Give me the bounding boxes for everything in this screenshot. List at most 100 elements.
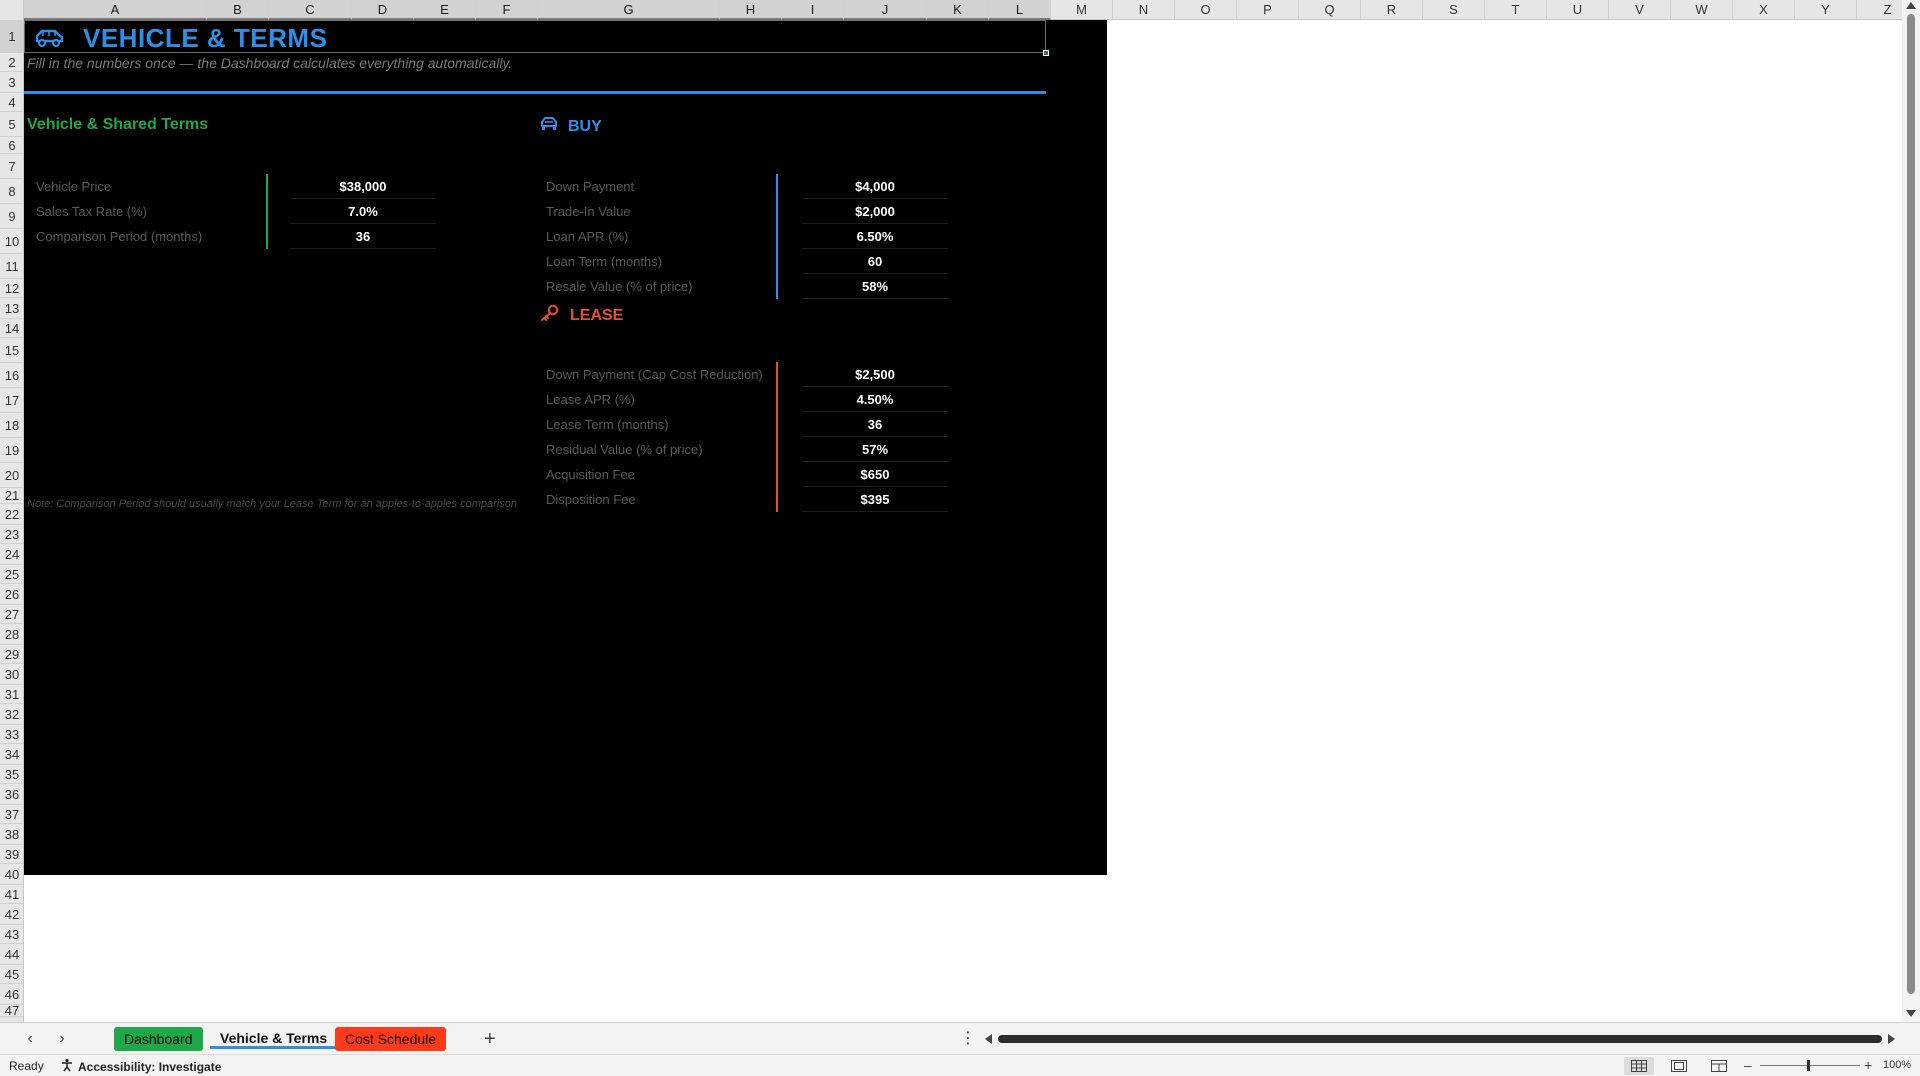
row-header[interactable]: 10 (0, 229, 23, 254)
page-layout-button[interactable] (1664, 1057, 1694, 1075)
row-header[interactable]: 27 (0, 605, 23, 624)
column-header[interactable]: M (1051, 0, 1113, 20)
title-cell[interactable]: VEHICLE & TERMS (24, 20, 1049, 56)
row-header[interactable]: 18 (0, 413, 23, 438)
column-header[interactable]: X (1733, 0, 1795, 20)
row-header[interactable]: 46 (0, 984, 23, 1005)
row-header[interactable]: 33 (0, 725, 23, 744)
row-header[interactable]: 38 (0, 824, 23, 845)
row-header[interactable]: 6 (0, 137, 23, 154)
column-header[interactable]: H (720, 0, 782, 20)
row-header[interactable]: 24 (0, 544, 23, 565)
column-header[interactable]: N (1113, 0, 1175, 20)
lease-value-input[interactable]: 4.50% (802, 387, 948, 412)
zoom-slider-thumb[interactable] (1807, 1060, 1810, 1071)
row-header[interactable]: 14 (0, 319, 23, 338)
row-header[interactable]: 5 (0, 112, 23, 137)
scroll-left-icon[interactable] (985, 1034, 992, 1044)
row-header[interactable]: 41 (0, 885, 23, 904)
zoom-level[interactable]: 100% (1883, 1059, 1911, 1071)
buy-value-input[interactable]: 6.50% (802, 224, 948, 249)
row-header[interactable]: 26 (0, 584, 23, 605)
shared-value-input[interactable]: 36 (290, 224, 436, 249)
column-header[interactable]: F (476, 0, 538, 20)
row-header[interactable]: 35 (0, 765, 23, 784)
column-header[interactable]: G (538, 0, 720, 20)
row-header[interactable]: 34 (0, 744, 23, 765)
lease-value-input[interactable]: $650 (802, 462, 948, 487)
column-header[interactable]: Q (1299, 0, 1361, 20)
tab-dashboard[interactable]: Dashboard (114, 1027, 203, 1051)
column-header[interactable]: T (1485, 0, 1547, 20)
scroll-up-icon[interactable] (1906, 2, 1916, 9)
row-header[interactable]: 11 (0, 254, 23, 279)
page-break-button[interactable] (1704, 1057, 1734, 1075)
row-header[interactable]: 8 (0, 179, 23, 204)
column-header[interactable]: W (1671, 0, 1733, 20)
row-header[interactable]: 19 (0, 438, 23, 463)
row-header[interactable]: 32 (0, 704, 23, 725)
buy-value-input[interactable]: 60 (802, 249, 948, 274)
row-header[interactable]: 7 (0, 154, 23, 179)
tab-cost-schedule[interactable]: Cost Schedule (335, 1027, 447, 1051)
row-header[interactable]: 44 (0, 944, 23, 965)
lease-value-input[interactable]: $2,500 (802, 362, 948, 387)
select-all-corner[interactable] (0, 0, 24, 20)
add-sheet-button[interactable]: + (484, 1028, 496, 1050)
column-header[interactable]: K (927, 0, 989, 20)
row-header[interactable]: 2 (0, 53, 23, 72)
row-header[interactable]: 21 (0, 488, 23, 504)
column-header[interactable]: D (352, 0, 414, 20)
scroll-right-icon[interactable] (1888, 1034, 1895, 1044)
row-header[interactable]: 9 (0, 204, 23, 229)
row-header[interactable]: 40 (0, 864, 23, 885)
row-header[interactable]: 23 (0, 525, 23, 544)
row-header[interactable]: 37 (0, 805, 23, 824)
vertical-scroll-thumb[interactable] (1907, 14, 1915, 994)
column-header[interactable]: L (989, 0, 1051, 20)
row-header[interactable]: 42 (0, 904, 23, 925)
row-header[interactable]: 31 (0, 685, 23, 704)
column-header[interactable]: A (24, 0, 207, 20)
row-header[interactable]: 25 (0, 565, 23, 584)
row-header[interactable]: 36 (0, 784, 23, 805)
shared-value-input[interactable]: $38,000 (290, 174, 436, 199)
row-header[interactable]: 29 (0, 645, 23, 664)
zoom-out-button[interactable]: – (1744, 1057, 1752, 1073)
buy-value-input[interactable]: 58% (802, 274, 948, 299)
column-header[interactable]: E (414, 0, 476, 20)
column-header[interactable]: I (782, 0, 844, 20)
fill-handle[interactable] (1043, 50, 1049, 56)
column-header[interactable]: V (1609, 0, 1671, 20)
tab-vehicle-terms[interactable]: Vehicle & Terms (210, 1027, 338, 1049)
next-sheet-icon[interactable]: › (52, 1029, 72, 1049)
buy-value-input[interactable]: $2,000 (802, 199, 948, 224)
row-header[interactable]: 22 (0, 504, 23, 525)
row-header[interactable]: 45 (0, 965, 23, 984)
column-header[interactable]: P (1237, 0, 1299, 20)
column-header[interactable]: O (1175, 0, 1237, 20)
more-options-icon[interactable]: ⋮ (960, 1029, 976, 1049)
row-header[interactable]: 3 (0, 72, 23, 93)
accessibility-status[interactable]: Accessibility: Investigate (60, 1058, 221, 1075)
lease-value-input[interactable]: 36 (802, 412, 948, 437)
lease-value-input[interactable]: $395 (802, 487, 948, 512)
row-header[interactable]: 4 (0, 93, 23, 112)
vertical-scrollbar[interactable] (1902, 0, 1920, 1022)
column-header[interactable]: U (1547, 0, 1609, 20)
column-header[interactable]: B (207, 0, 269, 20)
row-header[interactable]: 39 (0, 845, 23, 864)
shared-value-input[interactable]: 7.0% (290, 199, 436, 224)
worksheet-grid[interactable]: VEHICLE & TERMS Fill in the numbers once… (24, 20, 1902, 1022)
row-header[interactable]: 43 (0, 925, 23, 944)
normal-view-button[interactable] (1624, 1057, 1654, 1075)
column-header[interactable]: Y (1795, 0, 1857, 20)
row-header[interactable]: 1 (0, 20, 23, 53)
column-header[interactable]: R (1361, 0, 1423, 20)
row-header[interactable]: 17 (0, 388, 23, 413)
row-header[interactable]: 28 (0, 624, 23, 645)
horizontal-scroll-thumb[interactable] (998, 1035, 1882, 1043)
row-header[interactable]: 12 (0, 279, 23, 298)
row-header[interactable]: 47 (0, 1003, 23, 1018)
row-header[interactable]: 16 (0, 363, 23, 388)
